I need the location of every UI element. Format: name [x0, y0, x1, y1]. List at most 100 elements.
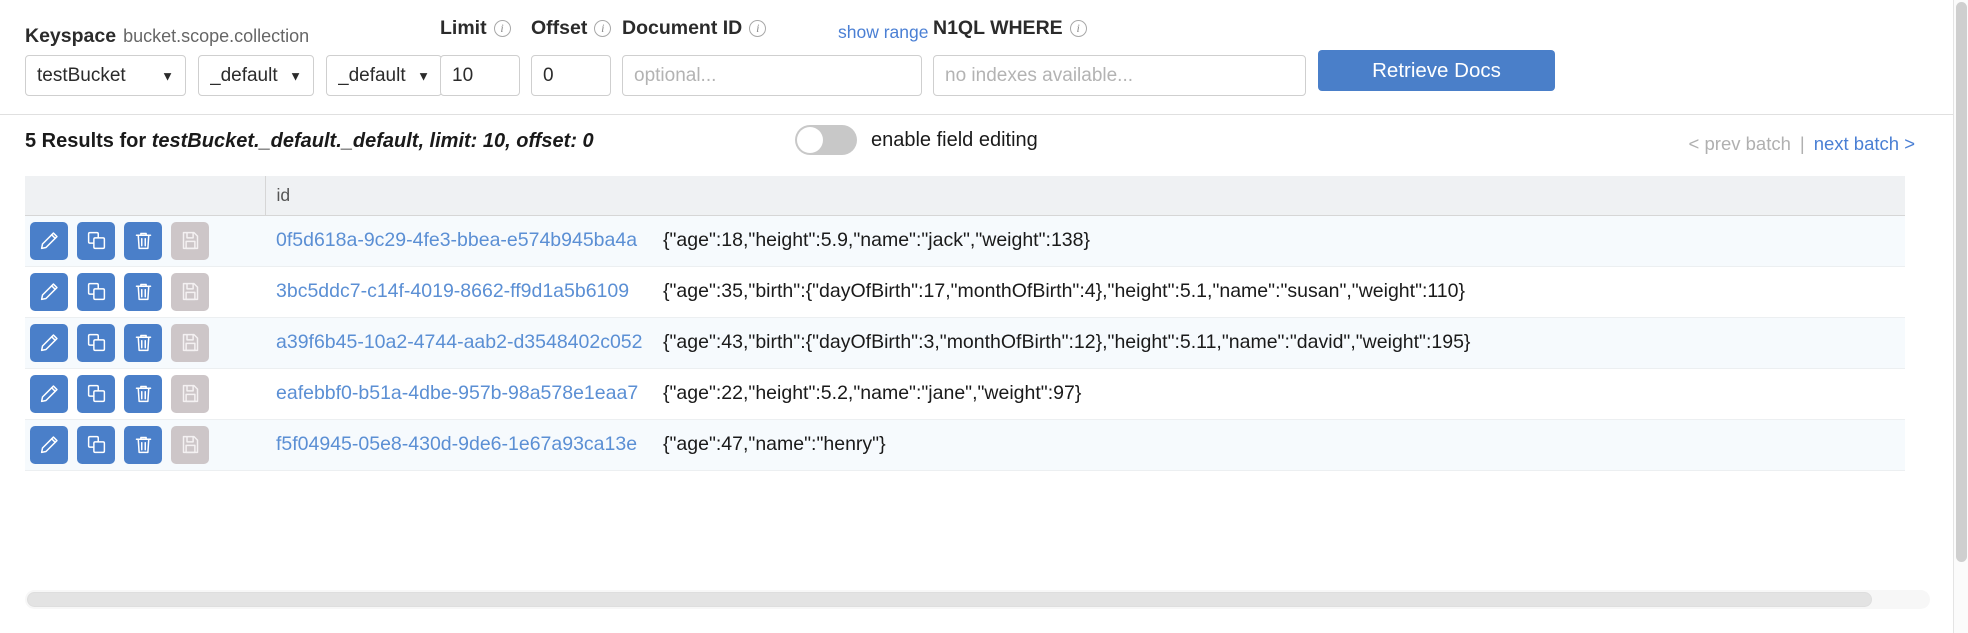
copy-row-button[interactable] [77, 426, 115, 464]
bucket-select-wrap[interactable]: testBucket ▼ [25, 55, 186, 96]
save-row-button [171, 426, 209, 464]
info-icon[interactable]: i [494, 20, 511, 37]
save-row-button [171, 324, 209, 362]
document-id-input[interactable] [622, 55, 922, 96]
next-batch-link[interactable]: next batch > [1814, 133, 1915, 155]
n1ql-where-input[interactable] [933, 55, 1306, 96]
save-row-button [171, 375, 209, 413]
edit-row-button[interactable] [30, 273, 68, 311]
batch-separator: | [1800, 133, 1805, 155]
table-row: eafebbf0-b51a-4dbe-957b-98a578e1eaa7{"ag… [25, 368, 1905, 419]
row-action-button-group [27, 273, 265, 311]
trash-icon [133, 332, 154, 353]
copy-icon [86, 281, 107, 302]
delete-row-button[interactable] [124, 273, 162, 311]
table-row: 0f5d618a-9c29-4fe3-bbea-e574b945ba4a{"ag… [25, 215, 1905, 266]
offset-group: Offset i [531, 17, 611, 96]
documents-table-wrap: id 0f5d618a-9c29-4fe3-bbea-e574b945ba4a{… [25, 176, 1930, 596]
results-count-label: 5 Results for [25, 130, 146, 152]
trash-icon [133, 230, 154, 251]
table-header: id [25, 176, 1905, 215]
documents-table: id 0f5d618a-9c29-4fe3-bbea-e574b945ba4a{… [25, 176, 1905, 471]
results-summary-text: 5 Results for testBucket._default._defau… [25, 130, 594, 153]
copy-row-button[interactable] [77, 324, 115, 362]
n1ql-where-label: N1QL WHERE i [933, 17, 1306, 39]
offset-input[interactable] [531, 55, 611, 96]
edit-icon [39, 383, 60, 404]
enable-field-editing-toggle[interactable] [795, 125, 857, 155]
edit-icon [39, 230, 60, 251]
table-row: 3bc5ddc7-c14f-4019-8662-ff9d1a5b6109{"ag… [25, 266, 1905, 317]
table-horizontal-scrollbar[interactable] [25, 590, 1930, 609]
edit-row-button[interactable] [30, 426, 68, 464]
edit-row-button[interactable] [30, 375, 68, 413]
column-header-id: id [265, 176, 652, 215]
info-icon[interactable]: i [1070, 20, 1087, 37]
results-summary-row: 5 Results for testBucket._default._defau… [0, 115, 1953, 168]
save-icon [180, 434, 201, 455]
document-browser-page: Keyspace bucket.scope.collection testBuc… [0, 0, 1968, 633]
limit-input[interactable] [440, 55, 520, 96]
column-header-data [652, 176, 1905, 215]
copy-icon [86, 383, 107, 404]
document-id-link[interactable]: 3bc5ddc7-c14f-4019-8662-ff9d1a5b6109 [265, 266, 652, 317]
document-id-link[interactable]: 0f5d618a-9c29-4fe3-bbea-e574b945ba4a [265, 215, 652, 266]
save-icon [180, 281, 201, 302]
n1ql-where-label-text: N1QL WHERE [933, 17, 1063, 39]
results-context-label: testBucket._default._default, limit: 10,… [152, 130, 594, 152]
n1ql-where-group: N1QL WHERE i [933, 17, 1306, 96]
collection-select[interactable]: _default [326, 55, 442, 96]
table-body: 0f5d618a-9c29-4fe3-bbea-e574b945ba4a{"ag… [25, 215, 1905, 470]
limit-label: Limit i [440, 17, 520, 39]
edit-row-button[interactable] [30, 222, 68, 260]
delete-row-button[interactable] [124, 375, 162, 413]
copy-icon [86, 230, 107, 251]
keyspace-sublabel-text: bucket.scope.collection [123, 25, 309, 47]
scrollbar-thumb[interactable] [27, 592, 1872, 607]
edit-icon [39, 281, 60, 302]
bucket-select[interactable]: testBucket [25, 55, 186, 96]
show-range-link[interactable]: show range [838, 22, 928, 43]
document-id-link[interactable]: a39f6b45-10a2-4744-aab2-d3548402c052 [265, 317, 652, 368]
table-header-row: id [25, 176, 1905, 215]
info-icon[interactable]: i [594, 20, 611, 37]
row-action-button-group [27, 324, 265, 362]
toggle-knob [797, 127, 823, 153]
row-actions-cell [25, 266, 265, 317]
delete-row-button[interactable] [124, 324, 162, 362]
row-action-button-group [27, 222, 265, 260]
batch-navigation: < prev batch | next batch > [1689, 133, 1915, 155]
save-row-button [171, 222, 209, 260]
delete-row-button[interactable] [124, 222, 162, 260]
row-actions-cell [25, 215, 265, 266]
copy-icon [86, 434, 107, 455]
document-id-link[interactable]: f5f04945-05e8-430d-9de6-1e67a93ca13e [265, 419, 652, 470]
copy-icon [86, 332, 107, 353]
document-data-cell: {"age":22,"height":5.2,"name":"jane","we… [652, 368, 1905, 419]
save-icon [180, 383, 201, 404]
prev-batch-link[interactable]: < prev batch [1689, 133, 1791, 155]
query-bar: Keyspace bucket.scope.collection testBuc… [0, 0, 1953, 115]
document-data-cell: {"age":35,"birth":{"dayOfBirth":17,"mont… [652, 266, 1905, 317]
page-vertical-scrollbar[interactable] [1953, 0, 1968, 633]
scrollbar-thumb[interactable] [1956, 2, 1967, 562]
copy-row-button[interactable] [77, 222, 115, 260]
copy-row-button[interactable] [77, 273, 115, 311]
scope-select-wrap[interactable]: _default ▼ [198, 55, 314, 96]
offset-label: Offset i [531, 17, 611, 39]
edit-icon [39, 332, 60, 353]
scope-select[interactable]: _default [198, 55, 314, 96]
trash-icon [133, 434, 154, 455]
delete-row-button[interactable] [124, 426, 162, 464]
copy-row-button[interactable] [77, 375, 115, 413]
edit-row-button[interactable] [30, 324, 68, 362]
trash-icon [133, 281, 154, 302]
save-icon [180, 230, 201, 251]
collection-select-wrap[interactable]: _default ▼ [326, 55, 442, 96]
retrieve-docs-button[interactable]: Retrieve Docs [1318, 50, 1555, 91]
document-id-link[interactable]: eafebbf0-b51a-4dbe-957b-98a578e1eaa7 [265, 368, 652, 419]
info-icon[interactable]: i [749, 20, 766, 37]
field-editing-toggle-wrap[interactable]: enable field editing [795, 125, 1038, 155]
edit-icon [39, 434, 60, 455]
document-id-label-text: Document ID [622, 17, 742, 39]
